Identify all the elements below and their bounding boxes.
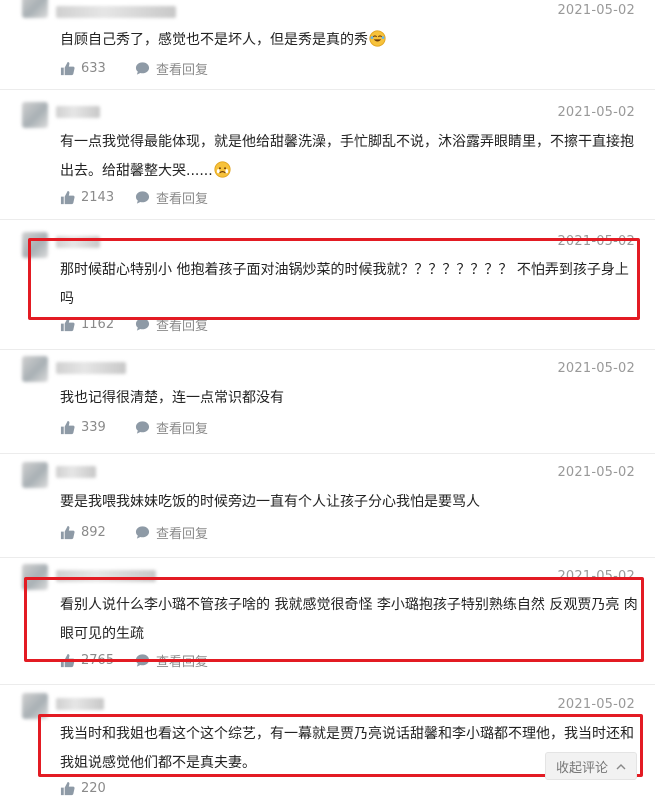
comment-text-body: 那时候甜心特别小 他抱着孩子面对油锅炒菜的时候我就？？？？？？？？ 不怕弄到孩子… <box>60 262 629 307</box>
comment-date: 2021-05-02 <box>557 105 635 120</box>
thumbs-up-icon <box>60 190 75 204</box>
like-count: 892 <box>81 524 106 540</box>
like-button[interactable]: 220 <box>60 781 135 796</box>
like-count: 633 <box>81 60 106 76</box>
thumbs-up-icon <box>60 525 75 539</box>
thumbs-up-icon <box>60 781 75 795</box>
speech-bubble-icon <box>135 525 150 539</box>
like-count: 339 <box>81 419 106 435</box>
comment-date: 2021-05-02 <box>557 465 635 480</box>
username-blurred[interactable] <box>56 362 126 374</box>
chevron-up-icon <box>616 763 626 769</box>
collapse-comments-button[interactable]: 收起评论 <box>544 752 637 780</box>
comment-date: 2021-05-02 <box>557 3 635 18</box>
comment-item: 2021-05-02 那时候甜心特别小 他抱着孩子面对油锅炒菜的时候我就？？？？… <box>0 220 655 350</box>
like-count: 1162 <box>81 316 115 332</box>
comment-date: 2021-05-02 <box>557 361 635 376</box>
comment-date: 2021-05-02 <box>557 234 635 249</box>
username-blurred[interactable] <box>56 466 96 478</box>
comment-text: 有一点我觉得最能体现，就是他给甜馨洗澡，手忙脚乱不说，沐浴露弄眼睛里，不擦干直接… <box>60 128 640 186</box>
avatar[interactable] <box>22 0 48 18</box>
username-blurred[interactable] <box>56 6 176 18</box>
comment-actions: 220 <box>60 779 135 797</box>
username-blurred[interactable] <box>56 570 156 582</box>
thumbs-up-icon <box>60 653 75 667</box>
comment-actions: 633 查看回复 <box>60 59 208 78</box>
username-blurred[interactable] <box>56 698 104 710</box>
thumbs-up-icon <box>60 317 75 331</box>
like-button[interactable]: 1162 <box>60 317 135 332</box>
comment-text-body: 有一点我觉得最能体现，就是他给甜馨洗澡，手忙脚乱不说，沐浴露弄眼睛里，不擦干直接… <box>60 134 634 179</box>
view-replies-label: 查看回复 <box>156 191 209 207</box>
view-replies-button[interactable]: 查看回复 <box>135 59 208 78</box>
view-replies-label: 查看回复 <box>156 526 209 542</box>
avatar[interactable] <box>22 564 48 590</box>
comment-actions: 339 查看回复 <box>60 418 208 437</box>
view-replies-label: 查看回复 <box>156 654 209 670</box>
comment-actions: 892 查看回复 <box>60 523 208 542</box>
avatar[interactable] <box>22 356 48 382</box>
view-replies-button[interactable]: 查看回复 <box>135 418 208 437</box>
comment-text: 我也记得很清楚，连一点常识都没有 <box>60 384 640 413</box>
comment-text: 自顾自己秀了，感觉也不是坏人，但是秀是真的秀 <box>60 26 640 55</box>
speech-bubble-icon <box>135 61 150 75</box>
comment-actions: 2765 查看回复 <box>60 651 208 670</box>
view-replies-button[interactable]: 查看回复 <box>135 315 208 334</box>
view-replies-button[interactable]: 查看回复 <box>135 523 208 542</box>
comment-text: 那时候甜心特别小 他抱着孩子面对油锅炒菜的时候我就？？？？？？？？ 不怕弄到孩子… <box>60 256 640 314</box>
like-count: 220 <box>81 780 106 796</box>
comment-feed: 2021-05-02 自顾自己秀了，感觉也不是坏人，但是秀是真的秀 633 查看… <box>0 0 655 803</box>
thumbs-up-icon <box>60 61 75 75</box>
laughing-crying-emoji <box>369 30 386 47</box>
username-blurred[interactable] <box>56 106 100 118</box>
like-button[interactable]: 2765 <box>60 653 135 668</box>
comment-text-body: 自顾自己秀了，感觉也不是坏人，但是秀是真的秀 <box>60 32 368 48</box>
like-button[interactable]: 339 <box>60 420 135 435</box>
comment-item: 2021-05-02 我也记得很清楚，连一点常识都没有 339 查看回复 <box>0 350 655 454</box>
username-blurred[interactable] <box>56 236 100 248</box>
view-replies-button[interactable]: 查看回复 <box>135 188 208 207</box>
avatar[interactable] <box>22 462 48 488</box>
collapse-comments-label: 收起评论 <box>555 760 608 776</box>
comment-date: 2021-05-02 <box>557 569 635 584</box>
avatar[interactable] <box>22 102 48 128</box>
comment-text-body: 看别人说什么李小璐不管孩子啥的 我就感觉很奇怪 李小璐抱孩子特别熟练自然 反观贾… <box>60 597 638 642</box>
thumbs-up-icon <box>60 420 75 434</box>
speech-bubble-icon <box>135 653 150 667</box>
comment-item: 2021-05-02 我当时和我姐也看这个这个综艺，有一幕就是贾乃亮说话甜馨和李… <box>0 685 655 803</box>
like-button[interactable]: 892 <box>60 525 135 540</box>
comment-item: 2021-05-02 要是我喂我妹妹吃饭的时候旁边一直有个人让孩子分心我怕是要骂… <box>0 454 655 558</box>
like-count: 2143 <box>81 189 115 205</box>
comment-date: 2021-05-02 <box>557 697 635 712</box>
comment-actions: 2143 查看回复 <box>60 188 208 207</box>
comment-item: 2021-05-02 看别人说什么李小璐不管孩子啥的 我就感觉很奇怪 李小璐抱孩… <box>0 558 655 685</box>
speech-bubble-icon <box>135 420 150 434</box>
like-button[interactable]: 633 <box>60 61 135 76</box>
like-button[interactable]: 2143 <box>60 190 135 205</box>
avatar[interactable] <box>22 693 48 719</box>
view-replies-label: 查看回复 <box>156 421 209 437</box>
comment-item: 2021-05-02 有一点我觉得最能体现，就是他给甜馨洗澡，手忙脚乱不说，沐浴… <box>0 90 655 220</box>
comment-item: 2021-05-02 自顾自己秀了，感觉也不是坏人，但是秀是真的秀 633 查看… <box>0 0 655 90</box>
like-count: 2765 <box>81 652 115 668</box>
speech-bubble-icon <box>135 317 150 331</box>
speech-bubble-icon <box>135 190 150 204</box>
view-replies-label: 查看回复 <box>156 62 209 78</box>
avatar[interactable] <box>22 232 48 258</box>
comment-text-body: 要是我喂我妹妹吃饭的时候旁边一直有个人让孩子分心我怕是要骂人 <box>60 494 480 510</box>
comment-text-body: 我也记得很清楚，连一点常识都没有 <box>60 390 284 406</box>
comment-text: 看别人说什么李小璐不管孩子啥的 我就感觉很奇怪 李小璐抱孩子特别熟练自然 反观贾… <box>60 591 640 649</box>
comment-text: 要是我喂我妹妹吃饭的时候旁边一直有个人让孩子分心我怕是要骂人 <box>60 488 640 517</box>
view-replies-label: 查看回复 <box>156 318 209 334</box>
crying-face-emoji <box>214 161 231 178</box>
comment-actions: 1162 查看回复 <box>60 315 208 334</box>
view-replies-button[interactable]: 查看回复 <box>135 651 208 670</box>
